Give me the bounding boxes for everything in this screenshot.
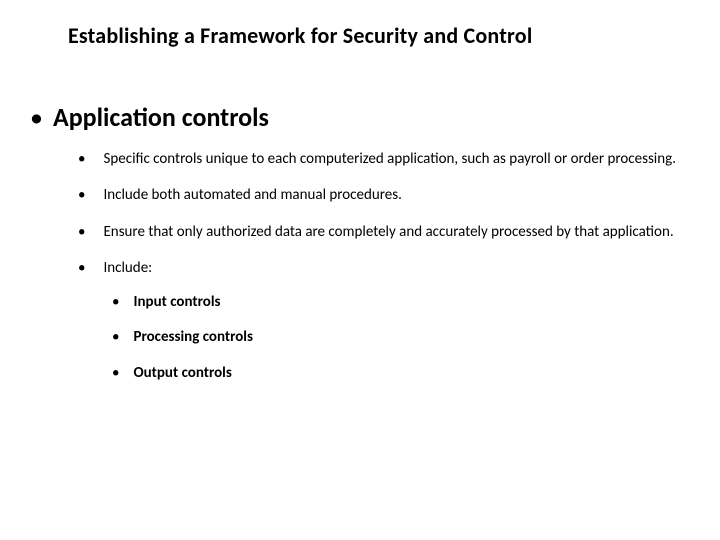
- heading-row: • Application controls: [30, 101, 680, 133]
- bullet-icon: •: [78, 149, 85, 169]
- section-heading: Application controls: [53, 101, 269, 133]
- bullet-text: Processing controls: [133, 327, 253, 347]
- slide-container: Establishing a Framework for Security an…: [0, 0, 720, 418]
- list-item: • Output controls: [112, 363, 680, 383]
- subpoints: • Specific controls unique to each compu…: [78, 149, 680, 383]
- bullet-text: Include:: [103, 258, 152, 278]
- list-item: • Processing controls: [112, 327, 680, 347]
- bullet-text: Ensure that only authorized data are com…: [103, 222, 673, 242]
- bullet-text: Output controls: [133, 363, 231, 383]
- bullet-text: Specific controls unique to each compute…: [103, 149, 676, 169]
- bullet-icon: •: [78, 258, 85, 278]
- bullet-icon: •: [112, 363, 119, 383]
- bullet-icon: •: [112, 327, 119, 347]
- slide-title: Establishing a Framework for Security an…: [68, 22, 680, 49]
- sublist: • Input controls • Processing controls •…: [112, 292, 680, 383]
- bullet-icon: •: [78, 222, 85, 242]
- bullet-icon: •: [30, 104, 43, 130]
- list-item: • Include both automated and manual proc…: [78, 185, 680, 205]
- list-item: • Include:: [78, 258, 680, 278]
- bullet-text: Include both automated and manual proced…: [103, 185, 401, 205]
- bullet-text: Input controls: [133, 292, 220, 312]
- list-item: • Input controls: [112, 292, 680, 312]
- list-item: • Ensure that only authorized data are c…: [78, 222, 680, 242]
- bullet-icon: •: [78, 185, 85, 205]
- bullet-icon: •: [112, 292, 119, 312]
- list-item: • Specific controls unique to each compu…: [78, 149, 680, 169]
